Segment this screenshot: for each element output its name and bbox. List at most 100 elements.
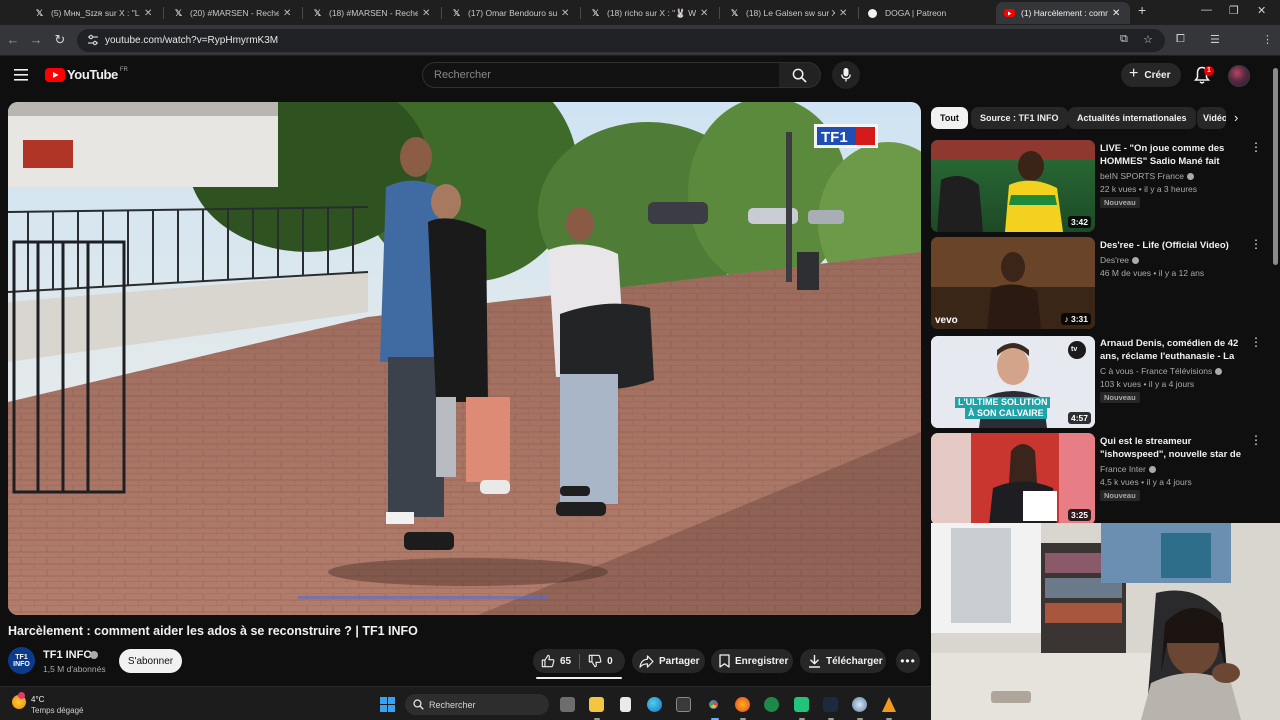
dislike-count: 0 (607, 655, 613, 667)
channel-logo-text-top: TF1 (15, 653, 28, 661)
steam-icon[interactable] (823, 697, 838, 712)
recommendation-title[interactable]: Qui est le streameur "ishowspeed", nouve… (1100, 435, 1242, 461)
video-duration: 4:57 (1067, 412, 1091, 424)
recommendation-thumbnail[interactable]: 3:25 (931, 433, 1095, 525)
close-tab-icon[interactable]: ✕ (422, 8, 432, 19)
dislike-button[interactable]: 0 (580, 649, 621, 673)
video-player[interactable]: TF1 (8, 102, 921, 615)
youtube-logo[interactable]: YouTube FR (45, 67, 128, 82)
chip-source[interactable]: Source : TF1 INFO (971, 107, 1068, 129)
recommendation-channel[interactable]: France Inter (1100, 464, 1156, 474)
chevron-right-icon[interactable]: › (1234, 110, 1238, 125)
file-explorer-icon[interactable] (589, 697, 604, 712)
close-tab-icon[interactable]: ✕ (283, 8, 293, 19)
video-duration: 3:42 (1067, 216, 1091, 228)
recommendation-menu-icon[interactable]: ⋮ (1250, 238, 1262, 250)
task-view-icon[interactable] (560, 697, 575, 712)
browser-tab[interactable]: 𝕏 (18) #MARSEN - Recherch ✕ (304, 2, 440, 24)
xbox-app-icon[interactable] (764, 697, 779, 712)
notepad-icon[interactable] (620, 697, 631, 712)
browser-tab[interactable]: 𝕏 (20) #MARSEN - Recherch ✕ (165, 2, 301, 24)
browser-tab-active[interactable]: (1) Harcèlement : comme ✕ (996, 2, 1130, 24)
recommendation-thumbnail[interactable]: vevo ♪ 3:31 (931, 237, 1095, 329)
x-logo-icon: 𝕏 (313, 7, 322, 18)
reload-icon[interactable]: ↻ (52, 32, 68, 48)
voice-search-button[interactable] (832, 61, 860, 89)
share-button[interactable]: Partager (632, 649, 705, 673)
store-icon[interactable] (676, 697, 691, 712)
x-logo-icon: 𝕏 (174, 7, 183, 18)
like-button[interactable]: 65 (533, 649, 579, 673)
recommendation-thumbnail[interactable]: tv L'ULTIME SOLUTION À SON CALVAIRE 4:57 (931, 336, 1095, 428)
video-title: Harcèlement : comment aider les ados à s… (8, 624, 418, 638)
restore-icon[interactable]: ❐ (1229, 4, 1239, 17)
vlc-icon[interactable] (882, 697, 896, 712)
recommendation-channel[interactable]: beIN SPORTS France (1100, 171, 1194, 181)
youtube-icon (1004, 9, 1015, 17)
close-tab-icon[interactable]: ✕ (839, 8, 849, 19)
firefox-icon[interactable] (735, 697, 750, 712)
recommendation-thumbnail[interactable]: 3:42 (931, 140, 1095, 232)
recommendation-menu-icon[interactable]: ⋮ (1250, 336, 1262, 348)
close-tab-icon[interactable]: ✕ (561, 8, 571, 19)
bookmark-star-icon[interactable]: ☆ (1143, 33, 1153, 46)
search-input[interactable]: Rechercher (422, 62, 780, 88)
tv-channel-logo: tv (1071, 346, 1078, 353)
cast-icon[interactable]: ⧉ (1120, 33, 1128, 46)
edge-browser-icon[interactable] (647, 697, 662, 712)
recommendation-menu-icon[interactable]: ⋮ (1250, 141, 1262, 153)
discord-like-app-icon[interactable] (794, 697, 809, 712)
reading-list-icon[interactable]: ☰ (1210, 33, 1220, 46)
create-button[interactable]: + Créer (1121, 63, 1181, 87)
address-bar[interactable]: youtube.com/watch?v=RypHmyrmK3M (77, 29, 1165, 52)
back-arrow-icon[interactable]: ← (5, 32, 21, 47)
channel-logo[interactable]: TF1 INFO (8, 647, 35, 674)
download-icon (809, 655, 820, 668)
account-avatar[interactable] (1228, 65, 1250, 87)
weather-description[interactable]: Temps dégagé (31, 706, 83, 715)
hamburger-menu-icon[interactable] (14, 69, 28, 81)
taskbar-search-input[interactable]: Rechercher (405, 694, 549, 715)
save-button[interactable]: Enregistrer (711, 649, 793, 673)
recommendation-title[interactable]: LIVE - "On joue comme des HOMMES" Sadio … (1100, 142, 1242, 168)
close-tab-icon[interactable]: ✕ (700, 8, 710, 19)
chip-videos[interactable]: Vidéos (1197, 107, 1226, 129)
recommendation-channel[interactable]: C à vous - France Télévisions (1100, 366, 1223, 376)
subscribe-button[interactable]: S'abonner (119, 649, 182, 673)
channel-name[interactable]: TF1 INFO (43, 649, 92, 661)
windows-start-icon[interactable] (380, 697, 395, 712)
weather-temperature[interactable]: 4°C (31, 695, 44, 704)
tab-divider (302, 7, 303, 19)
music-note-icon: ♪ (1064, 314, 1069, 324)
chip-all[interactable]: Tout (931, 107, 968, 129)
extensions-icon[interactable]: ⧠ (1176, 33, 1185, 46)
browser-tab[interactable]: 𝕏 (5) Mʜɴ_Sɪᴢʀ sur X : "L'ai ✕ (26, 2, 162, 24)
taskbar-search-placeholder: Rechercher (429, 699, 476, 710)
minimize-icon[interactable]: — (1201, 4, 1212, 16)
chrome-browser-icon[interactable] (706, 697, 721, 712)
browser-tab[interactable]: 𝕏 (18) Le Galsen sw sur X : " ✕ (721, 2, 857, 24)
browser-tab[interactable]: 𝕏 (18) richo sur X : "🐰 WAT ✕ (582, 2, 718, 24)
browser-menu-icon[interactable]: ⋮ (1262, 33, 1273, 46)
settings-gear-icon[interactable] (852, 697, 867, 712)
forward-arrow-icon[interactable]: → (28, 32, 44, 47)
download-button[interactable]: Télécharger (800, 649, 886, 673)
recommendation-channel[interactable]: Des'ree (1100, 255, 1140, 265)
close-window-icon[interactable]: ✕ (1257, 4, 1266, 17)
close-tab-icon[interactable]: ✕ (1112, 8, 1122, 19)
recommendation-menu-icon[interactable]: ⋮ (1250, 434, 1262, 446)
search-button[interactable] (779, 62, 821, 88)
browser-tab[interactable]: 𝕏 (17) Omar Bendouro sur X ✕ (443, 2, 579, 24)
recommendation-title[interactable]: Arnaud Denis, comédien de 42 ans, réclam… (1100, 337, 1242, 363)
browser-tab[interactable]: DOGA | Patreon (860, 2, 996, 24)
x-logo-icon: 𝕏 (730, 7, 739, 18)
new-tab-button[interactable]: + (1138, 2, 1146, 18)
close-tab-icon[interactable]: ✕ (144, 8, 154, 19)
share-label: Partager (659, 655, 700, 667)
more-actions-icon[interactable]: ••• (896, 649, 920, 673)
webcam-overlay (931, 523, 1280, 720)
site-info-icon[interactable] (87, 34, 99, 46)
chip-international-news[interactable]: Actualités internationales (1068, 107, 1196, 129)
share-arrow-icon (639, 654, 654, 668)
scrollbar-thumb[interactable] (1273, 68, 1278, 265)
